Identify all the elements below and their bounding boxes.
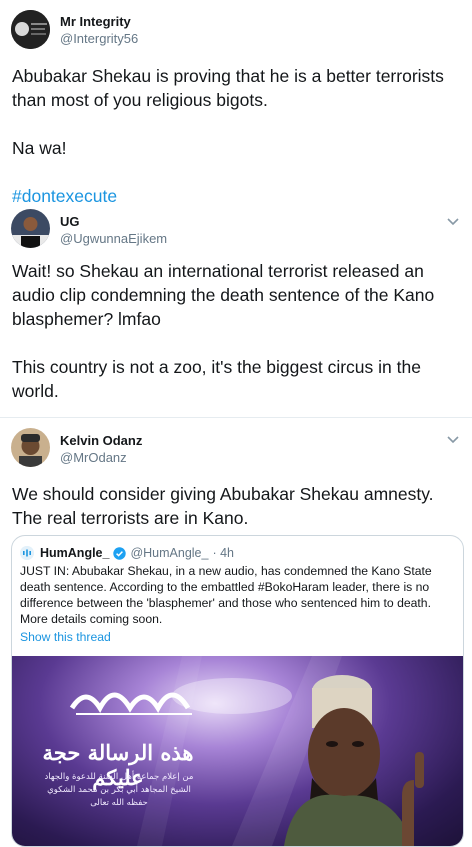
display-name[interactable]: UG: [60, 214, 80, 229]
verified-badge-icon: [113, 546, 127, 560]
chevron-down-icon[interactable]: [446, 216, 460, 226]
tweet-ug[interactable]: UG @UgwunnaEjikem Wait! so Shekau an int…: [0, 203, 472, 417]
user-handle[interactable]: @MrOdanz: [60, 450, 127, 465]
humangle-logo-icon[interactable]: [20, 546, 34, 560]
quoted-tweet[interactable]: HumAngle_ @HumAngle_ · 4h JUST IN: Abuba…: [11, 535, 464, 847]
show-this-thread-link[interactable]: Show this thread: [20, 630, 111, 644]
avatar-kelvin-odanz[interactable]: [11, 428, 50, 467]
chevron-down-icon[interactable]: [446, 434, 460, 444]
quoted-timestamp[interactable]: · 4h: [212, 546, 234, 560]
quoted-display-name[interactable]: HumAngle_: [40, 546, 109, 560]
quoted-tweet-header: HumAngle_ @HumAngle_ · 4h: [20, 545, 234, 561]
tweet-line: This country is not a zoo, it's the bigg…: [12, 357, 421, 401]
image-arabic-line: الشيخ المجاهد أبي بكر بن محمد الشكوي: [47, 785, 191, 795]
tweet-text: We should consider giving Abubakar Sheka…: [12, 482, 464, 530]
image-arabic-line: حفظه الله تعالى: [90, 798, 148, 808]
tweet-line: Abubakar Shekau is proving that he is a …: [12, 66, 444, 110]
tweet-line: Wait! so Shekau an international terrori…: [12, 261, 435, 329]
tweet-text: Wait! so Shekau an international terrori…: [12, 259, 464, 403]
quoted-handle[interactable]: @HumAngle_: [130, 546, 208, 560]
image-arabic-title: هذه الرسالة حجة عليكم: [42, 740, 194, 790]
tweet-mr-integrity[interactable]: Mr Integrity @Intergrity56 Abubakar Shek…: [0, 0, 472, 206]
display-name[interactable]: Kelvin Odanz: [60, 433, 142, 448]
quoted-tweet-image[interactable]: هذه الرسالة حجة عليكم من إعلام جماعة أهل…: [12, 656, 463, 846]
display-name[interactable]: Mr Integrity: [60, 14, 131, 29]
image-arabic-line: من إعلام جماعة أهل السنة للدعوة والجهاد: [44, 772, 194, 782]
tweet-line: We should consider giving Abubakar Sheka…: [12, 484, 434, 528]
tweet-line: Na wa!: [12, 138, 67, 158]
tweet-text: Abubakar Shekau is proving that he is a …: [12, 64, 464, 208]
avatar-ug[interactable]: [11, 209, 50, 248]
user-handle[interactable]: @Intergrity56: [60, 31, 138, 46]
quoted-tweet-text: JUST IN: Abubakar Shekau, in a new audio…: [20, 564, 432, 626]
avatar-mr-integrity[interactable]: [11, 10, 50, 49]
user-handle[interactable]: @UgwunnaEjikem: [60, 231, 167, 246]
